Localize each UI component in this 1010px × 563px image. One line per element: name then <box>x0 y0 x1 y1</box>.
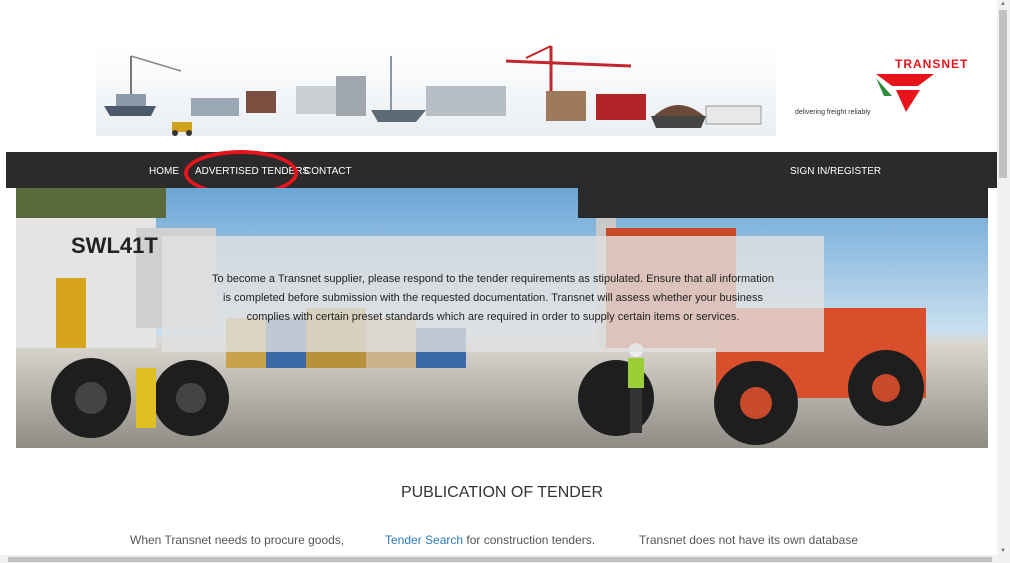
horizontal-scroll-thumb[interactable] <box>8 557 992 562</box>
brand-name: TRANSNET <box>895 57 969 71</box>
section-title: PUBLICATION OF TENDER <box>400 484 604 501</box>
text-column-2: Tender Search for construction tenders. <box>385 531 625 557</box>
header-banner: TRANSNET delivering freight reliably <box>6 36 997 152</box>
nav-contact[interactable]: CONTACT <box>304 166 352 177</box>
main-nav: HOME ADVERTISED TENDERS CONTACT SIGN IN/… <box>6 152 997 188</box>
col1-text: When Transnet needs to procure goods, <box>130 533 345 547</box>
vertical-scroll-thumb[interactable] <box>999 10 1007 178</box>
col2-text: for construction tenders. <box>463 533 596 547</box>
scroll-down-icon[interactable]: ▼ <box>1000 548 1006 554</box>
transnet-logo-icon <box>876 74 934 112</box>
col3-text: Transnet does not have its own database <box>639 533 859 547</box>
nav-sign-in-register[interactable]: SIGN IN/REGISTER <box>790 166 881 177</box>
hero-message: To become a Transnet supplier, please re… <box>166 270 820 327</box>
scroll-up-icon[interactable]: ▲ <box>1000 1 1006 7</box>
freight-collage-image <box>96 45 776 136</box>
hero-message-line: is completed before submission with the … <box>223 292 763 304</box>
text-column-1: When Transnet needs to procure goods, <box>130 531 370 557</box>
hero-message-line: To become a Transnet supplier, please re… <box>212 273 774 285</box>
hero-message-line: complies with certain preset standards w… <box>246 311 740 323</box>
nav-home[interactable]: HOME <box>149 166 179 177</box>
tender-search-link[interactable]: Tender Search <box>385 533 463 547</box>
brand-tagline: delivering freight reliably <box>795 109 871 116</box>
text-column-3: Transnet does not have its own database <box>639 531 879 557</box>
vehicle-label: SWL41T <box>71 233 158 258</box>
